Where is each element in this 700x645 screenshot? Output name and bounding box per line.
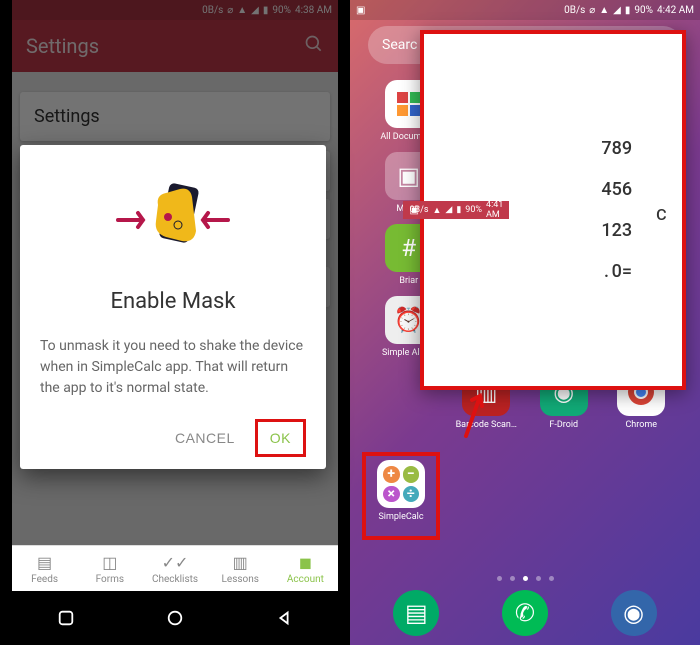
simplecalc-icon[interactable]: +− ×÷ <box>377 460 425 508</box>
nav-lessons[interactable]: ▥Lessons <box>208 546 273 591</box>
calculator-popup: ▣ 0B/s ▲ ◢ ▮ 90% 4:41 AM 7 8 9 4 5 6 1 2… <box>420 30 686 390</box>
enable-mask-dialog: Enable Mask To unmask it you need to sha… <box>20 145 326 469</box>
dialog-title: Enable Mask <box>40 289 306 314</box>
signal-icon: ◢ <box>445 205 452 215</box>
page-indicator <box>350 576 700 581</box>
dock-messages[interactable]: ▤ <box>393 590 439 636</box>
ok-button[interactable]: OK <box>258 422 303 454</box>
battery-icon: ▮ <box>456 205 461 215</box>
checklists-icon: ✓✓ <box>162 553 189 572</box>
key-6[interactable]: 6 <box>622 173 632 206</box>
feeds-icon: ▤ <box>37 553 52 572</box>
nav-forms[interactable]: ◫Forms <box>77 546 142 591</box>
picture-icon: ▣ <box>409 205 418 216</box>
phone-right: ▣ 0B/s ⌀ ▲ ◢ ▮ 90% 4:42 AM Searc All Doc… <box>350 0 700 645</box>
key-9[interactable]: 9 <box>622 132 632 165</box>
key-3[interactable]: 3 <box>622 214 632 247</box>
wifi-icon: ▲ <box>433 205 442 216</box>
nav-checklists[interactable]: ✓✓Checklists <box>142 546 207 591</box>
clock: 4:42 AM <box>657 5 694 16</box>
nav-account[interactable]: ◼Account <box>273 546 338 591</box>
key-0[interactable]: 0 <box>612 255 622 288</box>
nav-feeds[interactable]: ▤Feeds <box>12 546 77 591</box>
key-clear[interactable]: C <box>656 197 700 224</box>
phone-left: 0B/s ⌀ ▲ ◢ ▮ 90% 4:38 AM Settings Settin… <box>0 0 350 645</box>
back-button[interactable] <box>275 609 293 627</box>
signal-icon: ◢ <box>613 5 621 16</box>
shake-phone-illustration <box>40 175 306 265</box>
android-navbar-left <box>12 591 338 645</box>
key-equals[interactable]: = <box>622 255 632 288</box>
statusbar-right: ▣ 0B/s ⌀ ▲ ◢ ▮ 90% 4:42 AM <box>350 0 700 20</box>
key-5[interactable]: 5 <box>612 173 622 206</box>
battery-pct: 90% <box>634 5 653 16</box>
account-icon: ◼ <box>299 553 312 572</box>
home-button[interactable] <box>166 609 184 627</box>
recent-apps-button[interactable] <box>57 609 75 627</box>
key-8[interactable]: 8 <box>612 132 622 165</box>
ok-highlight: OK <box>255 419 306 457</box>
lessons-icon: ▥ <box>233 553 248 572</box>
dock-camera[interactable]: ◉ <box>611 590 657 636</box>
dock-phone[interactable]: ✆ <box>502 590 548 636</box>
dialog-body: To unmask it you need to shake the devic… <box>40 336 306 399</box>
key-dot[interactable]: . <box>601 255 611 288</box>
calc-display <box>509 155 577 265</box>
calc-keypad: 7 8 9 4 5 6 1 2 3 . 0 = <box>577 118 656 302</box>
cancel-button[interactable]: CANCEL <box>163 419 247 457</box>
vibrate-icon: ⌀ <box>589 5 595 16</box>
wifi-icon: ▲ <box>599 5 609 16</box>
forms-icon: ◫ <box>102 553 117 572</box>
calc-statusbar: ▣ 0B/s ▲ ◢ ▮ 90% 4:41 AM <box>403 201 509 219</box>
arrow-icon <box>458 388 488 438</box>
bottom-nav: ▤Feeds ◫Forms ✓✓Checklists ▥Lessons ◼Acc… <box>12 545 338 591</box>
key-4[interactable]: 4 <box>601 173 611 206</box>
net-speed: 0B/s <box>564 5 585 16</box>
key-1[interactable]: 1 <box>601 214 611 247</box>
simplecalc-highlight: +− ×÷ SimpleCalc <box>362 452 440 540</box>
dock: ▤ ✆ ◉ <box>362 585 688 641</box>
key-7[interactable]: 7 <box>601 132 611 165</box>
battery-icon: ▮ <box>625 5 631 16</box>
simplecalc-label: SimpleCalc <box>366 512 436 522</box>
picture-icon: ▣ <box>356 5 365 16</box>
key-2[interactable]: 2 <box>612 214 622 247</box>
